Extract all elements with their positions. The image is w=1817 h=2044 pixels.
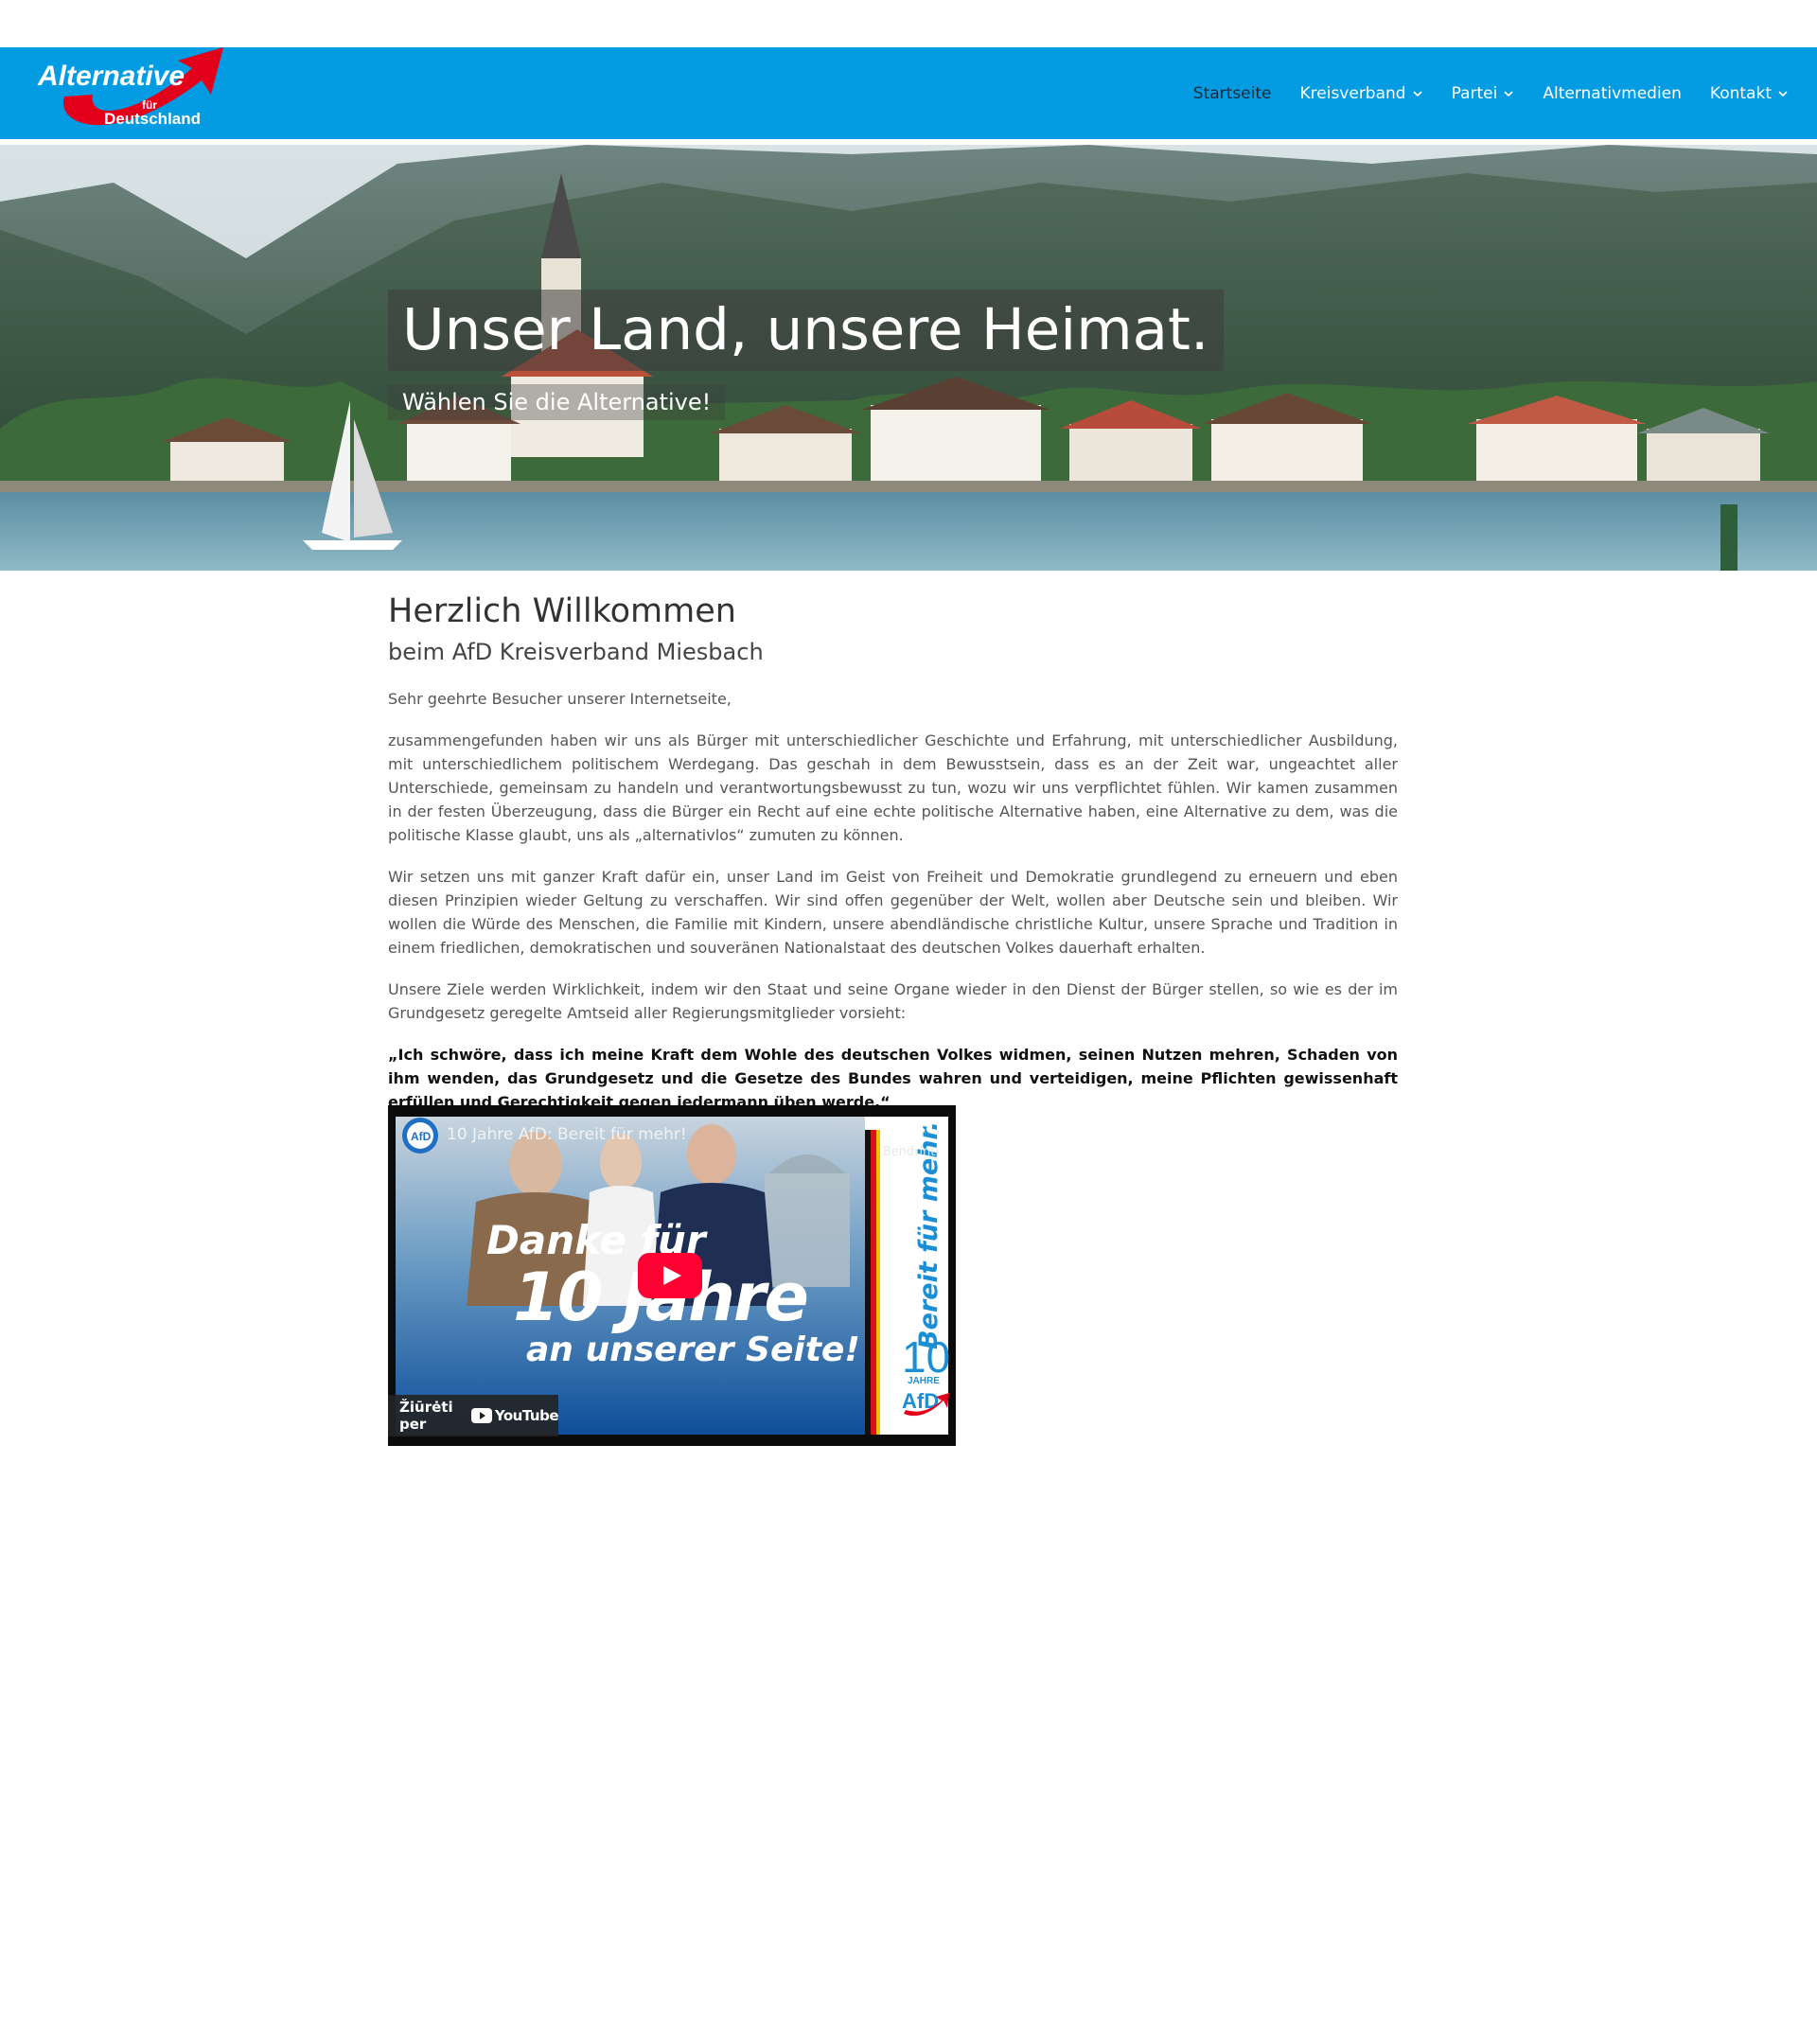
welcome-subheading: beim AfD Kreisverband Miesbach <box>388 639 764 665</box>
site-header: Alternative für Deutschland Startseite K… <box>0 47 1817 139</box>
site-logo[interactable]: Alternative für Deutschland <box>36 47 235 139</box>
youtube-video-embed[interactable]: Danke für 10 Jahre an unserer Seite! Ber… <box>388 1105 956 1446</box>
nav-item-kreisverband[interactable]: Kreisverband <box>1300 84 1423 103</box>
youtube-icon: YouTube <box>470 1407 559 1424</box>
goals-paragraph: Wir setzen uns mit ganzer Kraft dafür ei… <box>388 868 1398 957</box>
badge-word: JAHRE <box>908 1376 940 1386</box>
main-content: Herzlich Willkommen beim AfD Kreisverban… <box>388 587 1398 1114</box>
badge-number: 10 <box>902 1332 949 1382</box>
nav-item-label: Kreisverband <box>1299 83 1406 103</box>
main-navigation: Startseite Kreisverband Partei Alternati… <box>1165 47 1789 139</box>
oath-intro-paragraph: Unsere Ziele werden Wirklichkeit, indem … <box>388 980 1398 1022</box>
channel-avatar[interactable]: AfD <box>401 1117 439 1154</box>
nav-item-label: Kontakt <box>1709 83 1772 103</box>
badge-party: AfD <box>902 1389 939 1413</box>
welcome-heading: Herzlich Willkommen <box>388 592 736 630</box>
thumbnail-side-text: Bereit für mehr. <box>914 1120 944 1349</box>
salutation-text: Sehr geehrte Besucher unserer Internetse… <box>388 690 732 708</box>
logo-line3: Deutschland <box>104 110 201 128</box>
hero-banner: Unser Land, unsere Heimat. Wählen Sie di… <box>0 145 1817 571</box>
chevron-down-icon <box>1503 89 1514 98</box>
chevron-down-icon <box>1412 89 1423 98</box>
share-icon[interactable] <box>899 1119 927 1141</box>
ten-years-badge: 10 JAHRE AfD <box>894 1327 950 1421</box>
logo-line1: Alternative <box>37 61 185 92</box>
nav-item-kontakt[interactable]: Kontakt <box>1710 84 1789 103</box>
hero-title: Unser Land, unsere Heimat. <box>388 290 1225 371</box>
nav-item-startseite[interactable]: Startseite <box>1193 84 1272 103</box>
video-title[interactable]: 10 Jahre AfD: Bereit für mehr! <box>447 1125 687 1144</box>
youtube-wordmark: YouTube <box>494 1407 559 1424</box>
hero-subtitle: Wählen Sie die Alternative! <box>388 384 726 420</box>
play-icon[interactable] <box>638 1253 702 1298</box>
nav-item-label: Alternativmedien <box>1543 83 1682 103</box>
oath-quote: „Ich schwöre, dass ich meine Kraft dem W… <box>388 1046 1398 1111</box>
thumbnail-text-line3: an unserer Seite! <box>526 1330 860 1369</box>
nav-item-alternativmedien[interactable]: Alternativmedien <box>1543 84 1682 103</box>
chevron-down-icon <box>1777 89 1789 98</box>
watch-on-label: Žiūrėti per <box>399 1399 453 1433</box>
watch-on-youtube-button[interactable]: Žiūrėti per YouTube <box>388 1395 559 1436</box>
nav-item-label: Startseite <box>1192 83 1272 103</box>
channel-avatar-label: AfD <box>411 1130 432 1143</box>
intro-paragraph: zusammengefunden haben wir uns als Bürge… <box>388 731 1398 844</box>
share-label[interactable]: Bendrinti <box>883 1145 939 1159</box>
nav-item-partei[interactable]: Partei <box>1452 84 1515 103</box>
nav-item-label: Partei <box>1451 83 1498 103</box>
